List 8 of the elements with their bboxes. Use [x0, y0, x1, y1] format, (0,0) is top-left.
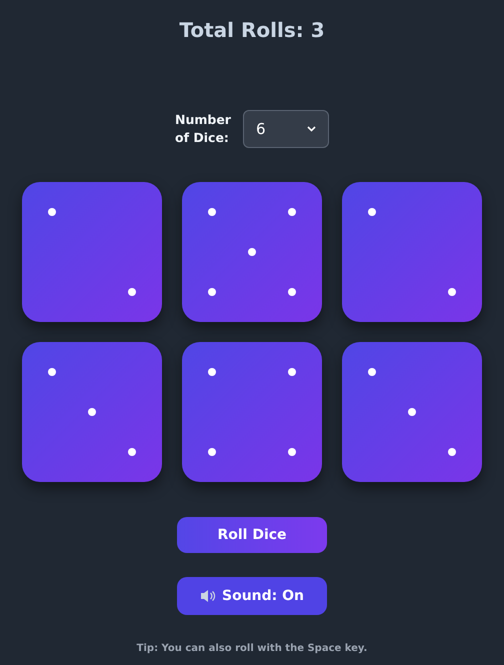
dice-count-label: Number of Dice:: [175, 111, 232, 147]
tip-text: Tip: You can also roll with the Space key.: [136, 643, 368, 654]
sound-toggle-button[interactable]: Sound: On: [177, 577, 327, 615]
roll-dice-button[interactable]: Roll Dice: [177, 517, 327, 553]
speaker-icon: [200, 588, 216, 604]
dice-count-select[interactable]: 6: [243, 110, 329, 148]
total-rolls-title: Total Rolls: 3: [179, 18, 325, 44]
chevron-down-icon: [307, 126, 316, 132]
